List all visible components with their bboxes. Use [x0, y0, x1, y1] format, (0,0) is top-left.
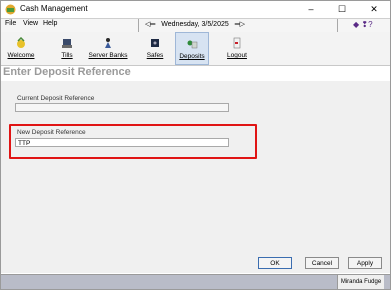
- title-bar: Cash Management – ☐ ✕: [1, 1, 390, 18]
- toolbar-label: Logout: [227, 52, 247, 59]
- window-title: Cash Management: [20, 4, 88, 13]
- button-bar: OK Cancel Apply: [1, 253, 390, 273]
- toolbar-welcome[interactable]: Welcome: [5, 32, 37, 65]
- page-title: Enter Deposit Reference: [3, 66, 131, 78]
- menu-help[interactable]: Help: [43, 20, 57, 27]
- highlight-box: [9, 124, 257, 159]
- server-banks-icon: [105, 38, 111, 48]
- menu-bar: File View Help ◁═ Wednesday, 3/5/2025 ═▷…: [1, 18, 390, 33]
- cash-management-icon: [5, 4, 16, 15]
- app-window: Cash Management – ☐ ✕ File View Help ◁═ …: [0, 0, 391, 290]
- toolbar-label: Server Banks: [88, 52, 128, 59]
- deposits-icon: [187, 40, 198, 49]
- menu-view[interactable]: View: [23, 20, 38, 27]
- current-reference-field: [15, 103, 229, 112]
- toolbar-label: Tills: [61, 52, 73, 59]
- apply-button[interactable]: Apply: [348, 257, 382, 269]
- safes-icon: [151, 39, 159, 47]
- toolbar-safes[interactable]: Safes: [141, 32, 169, 65]
- current-reference-label: Current Deposit Reference: [17, 95, 95, 102]
- close-button[interactable]: ✕: [361, 1, 387, 18]
- welcome-icon: [17, 37, 25, 48]
- current-date: Wednesday, 3/5/2025: [161, 21, 229, 28]
- date-navigator: ◁═ Wednesday, 3/5/2025 ═▷: [145, 20, 245, 28]
- status-user-name: Miranda Fudge: [337, 275, 384, 289]
- date-prev-button[interactable]: ◁═: [145, 21, 155, 28]
- menu-file[interactable]: File: [5, 20, 16, 27]
- ok-button[interactable]: OK: [258, 257, 292, 269]
- tills-icon: [62, 39, 72, 48]
- toolbar-logout[interactable]: Logout: [223, 32, 251, 65]
- maximize-button[interactable]: ☐: [329, 1, 355, 18]
- toolbar-deposits[interactable]: Deposits: [175, 32, 209, 65]
- menu-separator: [138, 19, 139, 32]
- main-toolbar: Welcome Tills Server Banks Safes Deposit…: [1, 32, 390, 66]
- logout-icon: [233, 37, 241, 49]
- toolbar-label: Welcome: [7, 52, 35, 59]
- help-pointer-icon[interactable]: ◆ ❢?: [353, 20, 373, 29]
- cancel-button[interactable]: Cancel: [305, 257, 339, 269]
- toolbar-tills[interactable]: Tills: [53, 32, 81, 65]
- status-bar: Miranda Fudge: [1, 274, 390, 289]
- toolbar-server-banks[interactable]: Server Banks: [87, 32, 129, 65]
- toolbar-label: Deposits: [179, 53, 205, 60]
- date-next-button[interactable]: ═▷: [235, 21, 245, 28]
- menu-separator: [337, 19, 338, 32]
- minimize-button[interactable]: –: [298, 1, 324, 18]
- toolbar-label: Safes: [146, 52, 164, 59]
